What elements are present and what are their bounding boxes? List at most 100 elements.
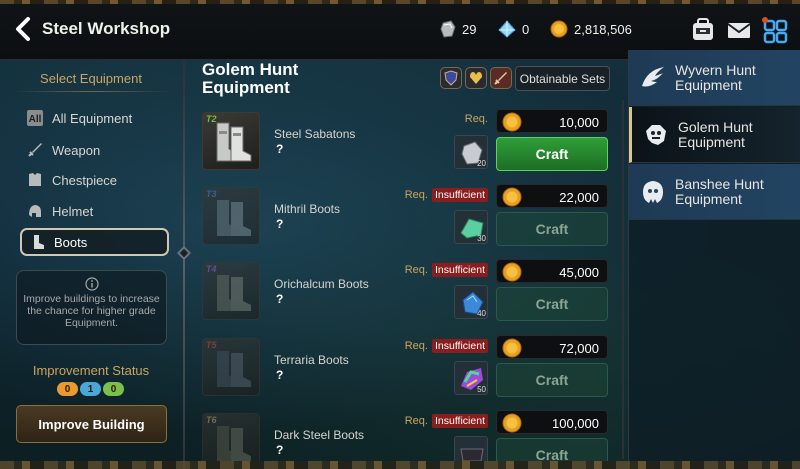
craft-row-dark-steel-boots: T6 Dark Steel Boots ? Req. Insufficient … <box>198 409 618 461</box>
defense-set-icon[interactable] <box>440 67 462 89</box>
gold-coin-icon <box>502 112 522 132</box>
craft-button[interactable]: Craft <box>496 137 608 171</box>
status-pill-2: 1 <box>80 382 101 396</box>
craft-row-orichalcum-boots: T4 Orichalcum Boots ? Req. Insufficient … <box>198 258 618 330</box>
all-icon: All <box>25 108 45 128</box>
helmet-icon <box>25 201 45 221</box>
category-all-equipment[interactable]: All All Equipment <box>20 104 169 132</box>
tier-badge: T5 <box>206 340 217 350</box>
item-list-scrollbar[interactable] <box>622 100 624 459</box>
improvement-status-title: Improvement Status <box>32 363 150 378</box>
req-text: Req. <box>404 189 428 201</box>
cost-value: 22,000 <box>559 190 599 205</box>
category-weapon[interactable]: Weapon <box>20 136 169 164</box>
material-slot[interactable]: 40 <box>454 285 488 319</box>
back-button[interactable] <box>10 14 36 44</box>
insufficient-badge: Insufficient <box>431 414 488 428</box>
gold-coin-icon <box>502 413 522 433</box>
cost-value: 45,000 <box>559 265 599 280</box>
inventory-icon <box>693 18 713 40</box>
craft-button[interactable]: Craft <box>496 363 608 397</box>
hunt-tab-golem[interactable]: Golem Hunt Equipment <box>629 107 800 163</box>
insufficient-badge: Insufficient <box>431 339 488 353</box>
gold-cost: 45,000 <box>496 259 608 283</box>
title-line-1: Golem Hunt <box>202 60 299 79</box>
item-thumbnail: T3 <box>202 187 260 245</box>
craft-button[interactable]: Craft <box>496 287 608 321</box>
gold-cost: 72,000 <box>496 335 608 359</box>
improve-building-button[interactable]: Improve Building <box>16 405 167 443</box>
inventory-button[interactable] <box>690 17 716 43</box>
equipment-set-title: Golem Hunt Equipment <box>202 60 298 97</box>
equipment-select-panel: Select Equipment All All Equipment Weapo… <box>0 60 182 469</box>
category-label: Boots <box>54 234 88 250</box>
material-slot[interactable]: 20 <box>454 135 488 169</box>
craft-row-mithril-boots: T3 Mithril Boots ? Req. Insufficient 30 … <box>198 183 618 255</box>
gold-coin-icon <box>502 187 522 207</box>
gold-cost: 10,000 <box>496 109 608 133</box>
grid-menu-icon <box>762 17 788 44</box>
material-quantity: 50 <box>477 385 486 394</box>
menu-button[interactable] <box>762 17 788 44</box>
hunt-set-panel: Wyvern Hunt Equipment Golem Hunt Equipme… <box>628 50 800 469</box>
requirement-label: Req. Insufficient <box>405 339 488 353</box>
craft-button[interactable]: Craft <box>496 212 608 246</box>
gold-coin-icon <box>502 262 522 282</box>
req-text: Req. <box>404 415 428 427</box>
requirement-label: Req. Insufficient <box>405 263 488 277</box>
category-chestpiece[interactable]: Chestpiece <box>20 166 169 194</box>
category-label: Helmet <box>52 203 94 219</box>
hunt-label: Wyvern Hunt Equipment <box>675 61 756 93</box>
hunt-label: Golem Hunt Equipment <box>678 118 753 150</box>
hunt-tab-banshee[interactable]: Banshee Hunt Equipment <box>629 164 800 220</box>
improve-info-box: Improve buildings to increase the chance… <box>16 270 167 345</box>
mail-button[interactable] <box>726 17 752 43</box>
material-slot[interactable] <box>454 436 488 461</box>
requirement-label: Req. <box>465 113 488 125</box>
crystal-count: 0 <box>522 21 530 37</box>
bottom-ornament <box>0 461 800 469</box>
gold-coin-icon <box>502 338 522 358</box>
obtainable-sets-button[interactable]: Obtainable Sets <box>515 66 610 91</box>
tier-badge: T6 <box>206 415 217 425</box>
wyvern-icon <box>639 64 667 92</box>
item-thumbnail: T6 <box>202 413 260 461</box>
sword-icon <box>25 140 45 160</box>
hunt-tab-wyvern[interactable]: Wyvern Hunt Equipment <box>629 50 800 106</box>
hunt-label: Banshee Hunt Equipment <box>675 175 764 207</box>
cost-value: 10,000 <box>559 115 599 130</box>
category-helmet[interactable]: Helmet <box>20 197 169 225</box>
info-text: Improve buildings to increase the chance… <box>23 293 160 329</box>
category-boots[interactable]: Boots <box>20 228 169 256</box>
dark-steel-material-icon <box>460 448 484 461</box>
tier-badge: T4 <box>206 264 217 274</box>
material-slot[interactable]: 50 <box>454 361 488 395</box>
item-thumbnail: T5 <box>202 338 260 396</box>
insufficient-badge: Insufficient <box>431 188 488 202</box>
item-quality-unknown: ? <box>276 443 284 457</box>
item-name: Steel Sabatons <box>274 127 356 141</box>
info-icon <box>85 277 99 291</box>
gold-count: 2,818,506 <box>574 21 632 37</box>
item-quality-unknown: ? <box>276 217 284 231</box>
req-text: Req. <box>404 264 428 276</box>
ore-count: 29 <box>462 21 477 37</box>
category-label: Chestpiece <box>52 172 118 188</box>
title-divider <box>14 91 170 92</box>
craft-button[interactable]: Craft <box>496 438 608 461</box>
mail-icon <box>727 23 751 38</box>
back-arrow-icon <box>16 17 30 41</box>
req-text: Req. <box>404 340 428 352</box>
tier-badge: T3 <box>206 189 217 199</box>
item-name: Terraria Boots <box>274 353 349 367</box>
requirement-label: Req. Insufficient <box>405 414 488 428</box>
attack-set-icon[interactable] <box>490 67 512 89</box>
item-name: Dark Steel Boots <box>274 428 365 442</box>
resource-crystal: 0 <box>498 20 529 38</box>
req-text: Req. <box>464 113 488 125</box>
health-set-icon[interactable] <box>465 67 487 89</box>
gold-coin-icon <box>550 20 568 38</box>
golem-icon <box>642 121 670 149</box>
material-slot[interactable]: 30 <box>454 210 488 244</box>
improvement-status-pills: 0 1 0 <box>57 382 124 396</box>
